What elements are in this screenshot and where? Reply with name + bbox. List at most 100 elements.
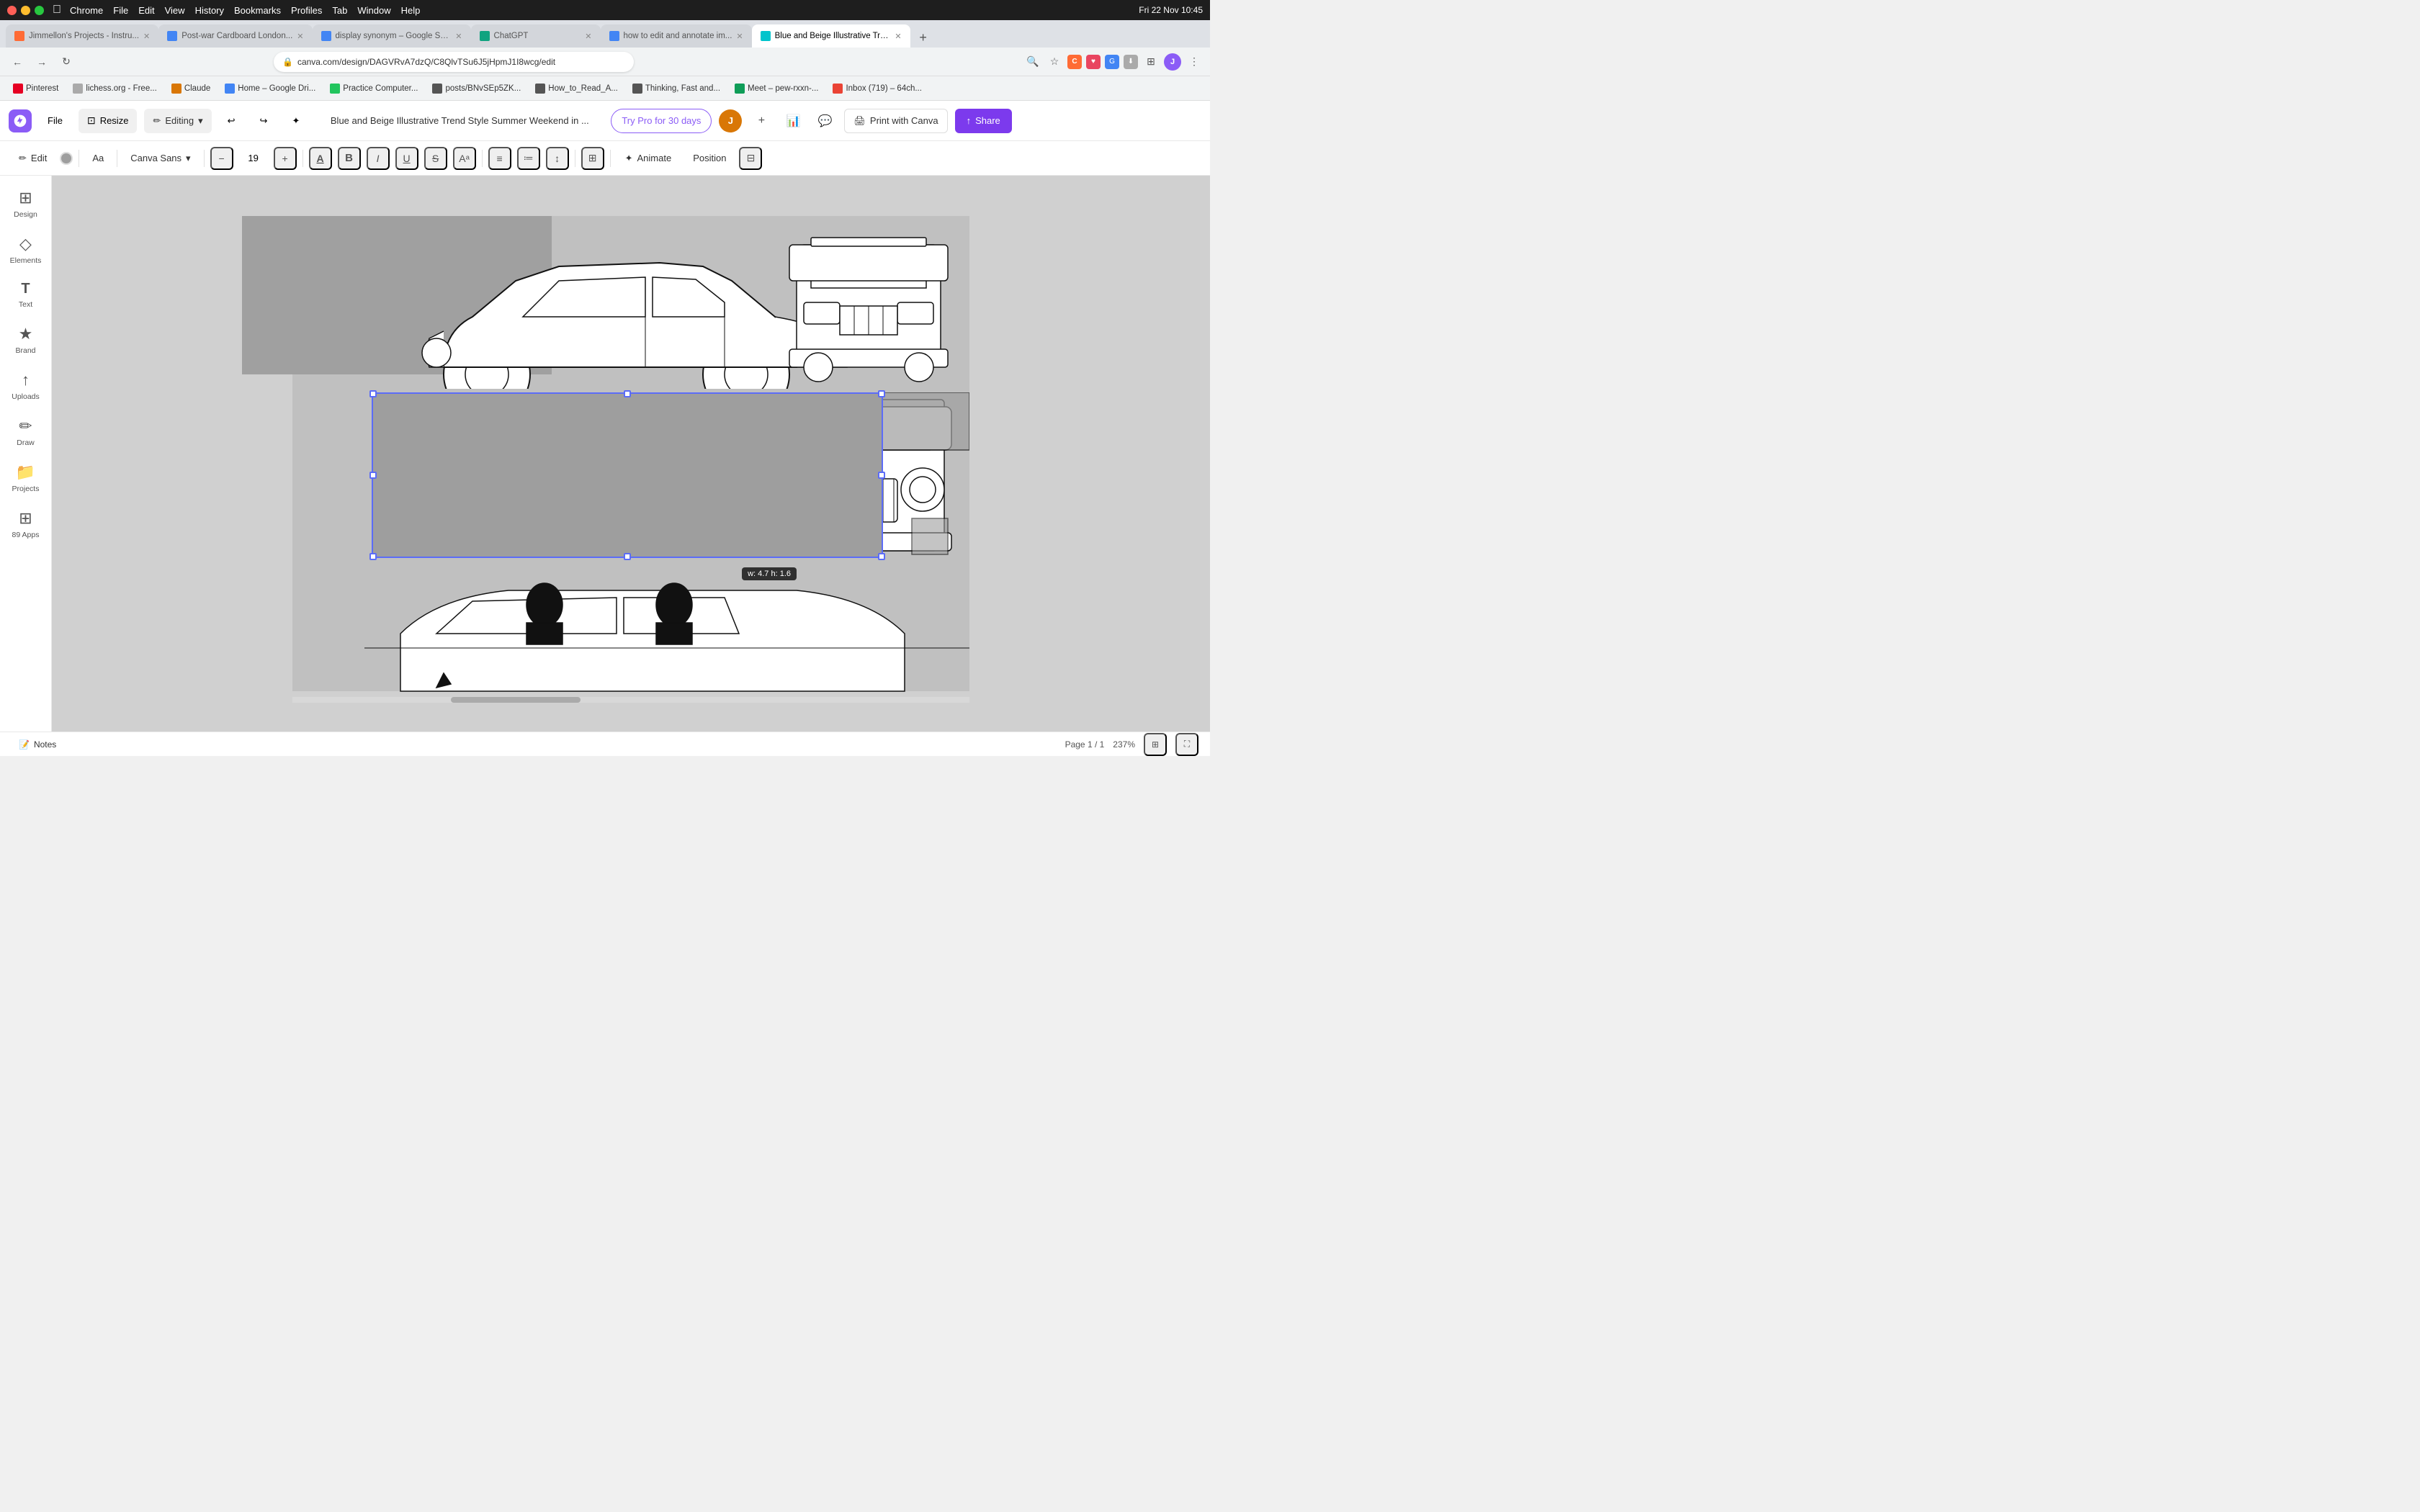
user-avatar[interactable]: J <box>719 109 742 132</box>
canva-logo-button[interactable] <box>9 109 32 132</box>
font-size-input[interactable]: 19 <box>239 153 268 163</box>
edit-button[interactable]: ✏ Edit <box>12 147 54 170</box>
resize-handle-bottom-right[interactable] <box>878 553 885 560</box>
bookmark-meet[interactable]: Meet – pew-rxxn-... <box>729 81 824 96</box>
tab-how-to-edit[interactable]: how to edit and annotate im... ✕ <box>601 24 752 48</box>
strikethrough-button[interactable]: S <box>424 147 447 170</box>
tab-close-button[interactable]: ✕ <box>895 32 901 41</box>
resize-handle-middle-right[interactable] <box>878 472 885 479</box>
tab-synonym[interactable]: display synonym – Google Se... ✕ <box>313 24 471 48</box>
bookmark-inbox[interactable]: Inbox (719) – 64ch... <box>827 81 927 96</box>
mac-menu-help[interactable]: Help <box>401 5 421 16</box>
ext2-icon[interactable]: ♥ <box>1086 55 1101 69</box>
list-button[interactable]: ≔ <box>517 147 540 170</box>
bookmark-google-drive[interactable]: Home – Google Dri... <box>219 81 321 96</box>
bookmark-claude[interactable]: Claude <box>166 81 216 96</box>
print-button[interactable]: 🖨 Print with Canva <box>844 109 947 133</box>
mac-menu-profiles[interactable]: Profiles <box>291 5 322 16</box>
file-menu-button[interactable]: File <box>39 109 71 133</box>
tab-close-button[interactable]: ✕ <box>585 32 591 41</box>
italic-button[interactable]: I <box>367 147 390 170</box>
tab-chatgpt[interactable]: ChatGPT ✕ <box>471 24 601 48</box>
text-align-button[interactable]: ≡ <box>488 147 511 170</box>
mac-menu-tab[interactable]: Tab <box>332 5 347 16</box>
mac-menu-chrome[interactable]: Chrome <box>70 5 103 16</box>
close-window-button[interactable] <box>7 6 17 15</box>
undo-button[interactable]: ↩ <box>219 109 244 133</box>
maximize-window-button[interactable] <box>35 6 44 15</box>
back-button[interactable]: ← <box>7 52 27 72</box>
mac-menu-history[interactable]: History <box>195 5 224 16</box>
sidebar-item-projects[interactable]: 📁 Projects <box>3 456 49 500</box>
canva-ext-icon[interactable]: C <box>1067 55 1082 69</box>
resize-handle-middle-left[interactable] <box>369 472 377 479</box>
fullscreen-button[interactable]: ⛶ <box>1175 733 1198 756</box>
bookmark-practice[interactable]: Practice Computer... <box>324 81 424 96</box>
bold-button[interactable]: B <box>338 147 361 170</box>
mac-menu-bookmarks[interactable]: Bookmarks <box>234 5 281 16</box>
tab-canva-active[interactable]: Blue and Beige Illustrative Tre... ✕ <box>752 24 910 48</box>
animate-button[interactable]: ✦ Animate <box>617 147 681 170</box>
minimize-window-button[interactable] <box>21 6 30 15</box>
sidebar-item-text[interactable]: T Text <box>3 274 49 316</box>
ext4-icon[interactable]: ⬇ <box>1124 55 1138 69</box>
redo-button[interactable]: ↪ <box>251 109 277 133</box>
resize-handle-top-middle[interactable] <box>624 390 631 397</box>
try-pro-button[interactable]: Try Pro for 30 days <box>611 109 712 133</box>
underline-button[interactable]: U <box>395 147 418 170</box>
url-input[interactable]: 🔒 canva.com/design/DAGVRvA7dzQ/C8QlvTSu6… <box>274 52 634 72</box>
bookmark-star-icon[interactable]: ☆ <box>1046 53 1063 71</box>
mac-menu-edit[interactable]: Edit <box>138 5 154 16</box>
forward-button[interactable]: → <box>32 52 52 72</box>
resize-handle-bottom-left[interactable] <box>369 553 377 560</box>
sidebar-item-apps[interactable]: ⊞ 89 Apps <box>3 502 49 546</box>
mac-menu-window[interactable]: Window <box>357 5 390 16</box>
horizontal-scrollbar[interactable] <box>292 697 969 703</box>
bookmark-pinterest[interactable]: Pinterest <box>7 81 64 96</box>
notes-button[interactable]: 📝 Notes <box>12 734 63 755</box>
extensions-icon[interactable]: ⊞ <box>1142 53 1160 71</box>
text-color-picker[interactable] <box>60 152 73 165</box>
font-size-increase-button[interactable]: + <box>274 147 297 170</box>
superscript-button[interactable]: Aᵃ <box>453 147 476 170</box>
window-controls[interactable] <box>7 6 44 15</box>
effects-button[interactable]: ⊞ <box>581 147 604 170</box>
bookmark-how-to-read[interactable]: How_to_Read_A... <box>529 81 624 96</box>
resize-handle-bottom-middle[interactable] <box>624 553 631 560</box>
line-spacing-button[interactable]: ↕ <box>546 147 569 170</box>
bookmark-lichess[interactable]: lichess.org - Free... <box>67 81 162 96</box>
sidebar-item-uploads[interactable]: ↑ Uploads <box>3 364 49 408</box>
tab-cardboard[interactable]: Post-war Cardboard London... ✕ <box>158 24 312 48</box>
mac-menu-view[interactable]: View <box>165 5 185 16</box>
font-size-decrease-button[interactable]: − <box>210 147 233 170</box>
search-icon[interactable]: 🔍 <box>1024 53 1041 71</box>
resize-button[interactable]: ⊡ Resize <box>79 109 137 133</box>
tab-close-button[interactable]: ✕ <box>736 32 743 41</box>
bookmark-thinking[interactable]: Thinking, Fast and... <box>627 81 726 96</box>
mac-menu-file[interactable]: File <box>113 5 128 16</box>
selected-element[interactable] <box>372 392 883 558</box>
text-style-dropdown[interactable]: Aa <box>85 147 111 170</box>
tab-jimmellon[interactable]: Jimmellon's Projects - Instru... ✕ <box>6 24 158 48</box>
ext3-icon[interactable]: G <box>1105 55 1119 69</box>
canvas-area[interactable]: w: 4.7 h: 1.6 <box>52 176 1210 732</box>
scrollbar-thumb[interactable] <box>451 697 581 703</box>
grid-view-button[interactable]: ⊞ <box>1144 733 1167 756</box>
sidebar-item-brand[interactable]: ★ Brand <box>3 318 49 362</box>
sidebar-item-design[interactable]: ⊞ Design <box>3 181 49 226</box>
add-button[interactable]: + <box>749 109 774 133</box>
tab-close-button[interactable]: ✕ <box>143 32 150 41</box>
resize-handle-top-left[interactable] <box>369 390 377 397</box>
sidebar-item-elements[interactable]: ◇ Elements <box>3 228 49 272</box>
share-button[interactable]: ↑ Share <box>955 109 1012 133</box>
filter-button[interactable]: ⊟ <box>739 147 762 170</box>
comment-icon[interactable]: 💬 <box>812 109 837 133</box>
editing-mode-button[interactable]: ✏ Editing ▾ <box>144 109 211 133</box>
tab-close-button[interactable]: ✕ <box>455 32 462 41</box>
sidebar-item-draw[interactable]: ✏ Draw <box>3 410 49 454</box>
tab-close-button[interactable]: ✕ <box>297 32 303 41</box>
chrome-menu-icon[interactable]: ⋮ <box>1186 53 1203 71</box>
resize-handle-top-right[interactable] <box>878 390 885 397</box>
zoom-control[interactable]: 237% <box>1113 739 1135 750</box>
profile-icon[interactable]: J <box>1164 53 1181 71</box>
